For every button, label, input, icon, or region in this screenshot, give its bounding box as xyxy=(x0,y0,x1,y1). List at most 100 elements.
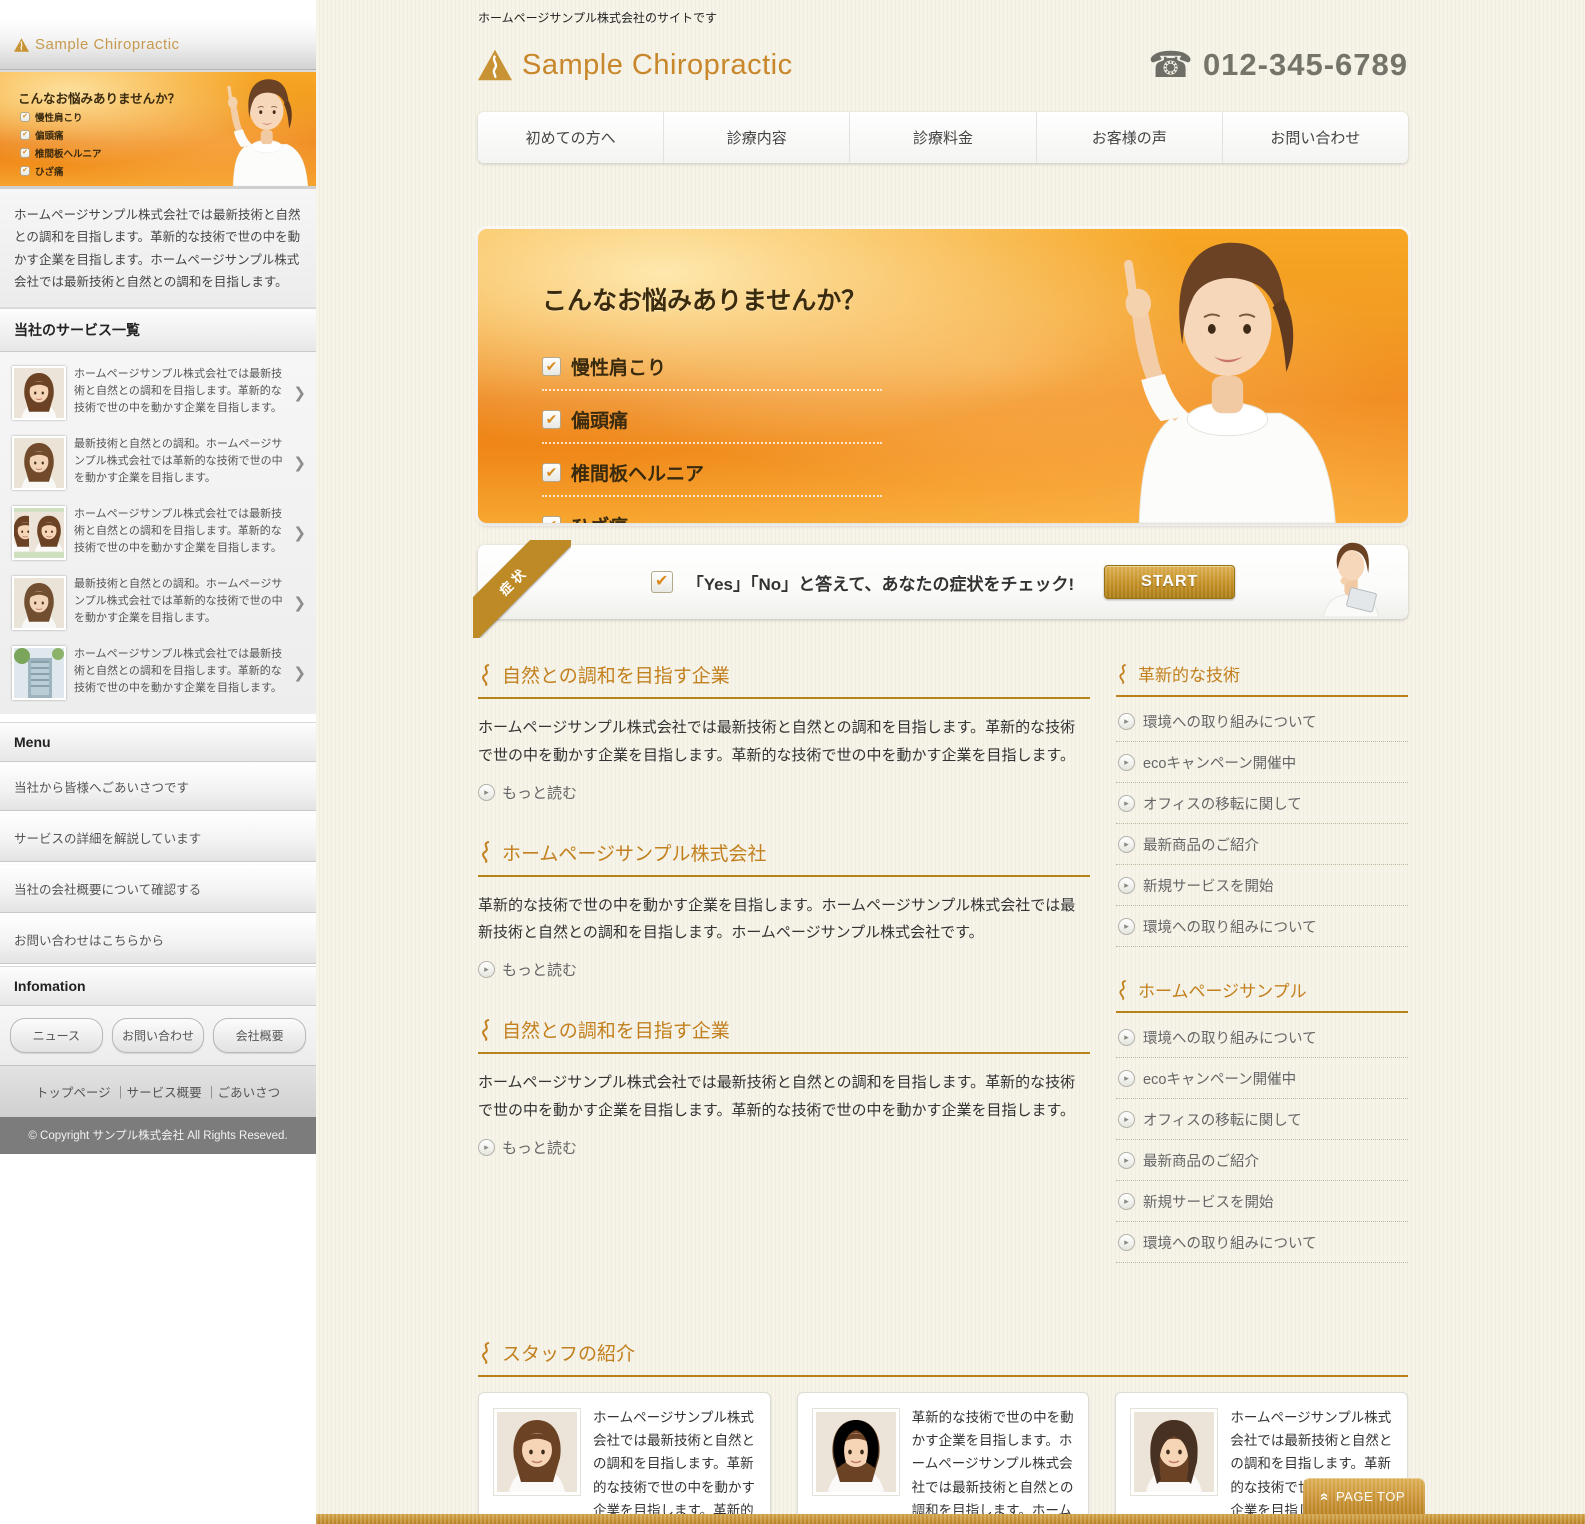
logo-triangle-icon xyxy=(14,38,29,52)
mini-footer-links[interactable]: トップページ ｜サービス概要 ｜ごあいさつ xyxy=(0,1065,316,1117)
mini-hero-banner: こんなお悩みありませんか？ ✔慢性肩こり ✔偏頭痛 ✔椎間板ヘルニア ✔ひざ痛 xyxy=(0,70,316,189)
symptom-check-text: 「Yes」「No」と答えて、あなたの症状をチェック! xyxy=(687,570,1074,595)
mini-intro-text: ホームページサンプル株式会社では最新技術と自然との調和を目指します。革新的な技術… xyxy=(0,189,316,308)
symptom-ribbon: 症状 xyxy=(473,540,571,638)
mini-hero-item: ✔ひざ痛 xyxy=(20,164,64,178)
mini-site-preview: Sample Chiropractic こんなお悩みありませんか？ ✔慢性肩こり… xyxy=(0,0,316,1154)
hero-symptom-item: ✔ひざ痛 xyxy=(542,504,882,523)
mini-logo[interactable]: Sample Chiropractic xyxy=(14,36,180,53)
content-section: 自然との調和を目指す企業 ホームページサンプル株式会社では最新技術と自然との調和… xyxy=(478,1016,1090,1158)
main-area: ホームページサンプル株式会社のサイトです Sample Chiropractic… xyxy=(316,0,1585,1524)
checkbox-icon: ✔ xyxy=(651,571,673,593)
widget-link[interactable]: ▸環境への取り組みについて xyxy=(1116,1222,1408,1263)
mini-hero-title: こんなお悩みありませんか？ xyxy=(18,88,180,107)
widget-link[interactable]: ▸新規サービスを開始 xyxy=(1116,1181,1408,1222)
widget-link[interactable]: ▸最新商品のご紹介 xyxy=(1116,1140,1408,1181)
circle-arrow-icon: ▸ xyxy=(1118,1234,1135,1251)
company-button[interactable]: 会社概要 xyxy=(213,1018,306,1053)
service-list-item[interactable]: 最新技術と自然との調和。ホームページサンプル株式会社では革新的な技術で世の中を動… xyxy=(0,568,316,638)
section-body: ホームページサンプル株式会社では最新技術と自然との調和を目指します。革新的な技術… xyxy=(478,714,1090,770)
circle-arrow-icon: ▸ xyxy=(1118,836,1135,853)
nurse-pointing-illustration xyxy=(192,74,316,186)
phone-icon: ☎ xyxy=(1148,47,1193,83)
staff-title: スタッフの紹介 xyxy=(502,1339,635,1366)
main-nav: 初めての方へ 診療内容 診療料金 お客様の声 お問い合わせ xyxy=(478,112,1408,163)
checkbox-icon: ✔ xyxy=(20,130,30,140)
widget-link[interactable]: ▸オフィスの移転に関して xyxy=(1116,783,1408,824)
widget-link[interactable]: ▸環境への取り組みについて xyxy=(1116,1017,1408,1058)
contact-button[interactable]: お問い合わせ xyxy=(112,1018,205,1053)
nav-treatment[interactable]: 診療内容 xyxy=(663,112,849,163)
section-swirl-icon xyxy=(1116,980,1130,1000)
mini-header: Sample Chiropractic xyxy=(0,20,316,70)
staff-card: 革新的な技術で世の中を動かす企業を目指します。ホームページサンプル株式会社では最… xyxy=(797,1392,1090,1524)
read-more-link[interactable]: ▸もっと読む xyxy=(478,782,1090,803)
service-list-item[interactable]: ホームページサンプル株式会社では最新技術と自然との調和を目指します。革新的な技術… xyxy=(0,498,316,568)
section-swirl-icon xyxy=(478,1342,494,1364)
site-header: Sample Chiropractic ☎ 012-345-6789 xyxy=(478,39,1408,91)
widget-title: ホームページサンプル xyxy=(1138,977,1307,1002)
phone-block: ☎ 012-345-6789 xyxy=(1148,47,1408,83)
menu-item-service-detail[interactable]: サービスの詳細を解説しています xyxy=(0,813,316,862)
read-more-link[interactable]: ▸もっと読む xyxy=(478,1137,1090,1158)
section-title: 自然との調和を目指す企業 xyxy=(502,1016,730,1043)
service-list-item[interactable]: ホームページサンプル株式会社では最新技術と自然との調和を目指します。革新的な技術… xyxy=(0,358,316,428)
widget-link[interactable]: ▸オフィスの移転に関して xyxy=(1116,1099,1408,1140)
circle-arrow-icon: ▸ xyxy=(1118,1152,1135,1169)
checkbox-icon: ✔ xyxy=(542,463,561,482)
circle-arrow-icon: ▸ xyxy=(1118,1193,1135,1210)
chevron-right-icon: ❯ xyxy=(293,384,306,402)
checkbox-icon: ✔ xyxy=(20,148,30,158)
widget-link[interactable]: ▸ecoキャンペーン開催中 xyxy=(1116,1058,1408,1099)
chevron-right-icon: ❯ xyxy=(293,594,306,612)
mini-logo-text: Sample Chiropractic xyxy=(35,36,180,53)
checkbox-icon: ✔ xyxy=(542,357,561,376)
widget-link[interactable]: ▸環境への取り組みについて xyxy=(1116,906,1408,947)
mini-services-title: 当社のサービス一覧 xyxy=(0,308,316,352)
staff-photo xyxy=(493,1408,581,1496)
section-body: 革新的な技術で世の中を動かす企業を目指します。ホームページサンプル株式会社では最… xyxy=(478,892,1090,948)
mini-menu: 当社から皆様へごあいさつです サービスの詳細を解説しています 当社の会社概要につ… xyxy=(0,762,316,964)
ribbon-corner: 症状 xyxy=(473,540,571,638)
circle-arrow-icon: ▸ xyxy=(1118,795,1135,812)
nav-contact[interactable]: お問い合わせ xyxy=(1222,112,1408,163)
circle-arrow-icon: ▸ xyxy=(478,1139,495,1156)
circle-arrow-icon: ▸ xyxy=(1118,754,1135,771)
widget-link[interactable]: ▸ecoキャンペーン開催中 xyxy=(1116,742,1408,783)
service-list-item[interactable]: ホームページサンプル株式会社では最新技術と自然との調和を目指します。革新的な技術… xyxy=(0,638,316,708)
service-thumbnail xyxy=(12,506,66,560)
start-button[interactable]: START xyxy=(1104,565,1235,599)
nurse-pointing-illustration xyxy=(1002,229,1402,523)
sidebar-column: 革新的な技術 ▸環境への取り組みについて ▸ecoキャンペーン開催中 ▸オフィス… xyxy=(1116,661,1408,1293)
widget-link[interactable]: ▸新規サービスを開始 xyxy=(1116,865,1408,906)
staff-section: スタッフの紹介 ホームページサンプル株式会社では最新技術と自然との調和を目指しま… xyxy=(478,1339,1408,1524)
widget-link[interactable]: ▸最新商品のご紹介 xyxy=(1116,824,1408,865)
menu-item-contact[interactable]: お問い合わせはこちらから xyxy=(0,915,316,964)
nav-first-visit[interactable]: 初めての方へ xyxy=(478,112,663,163)
site-logo[interactable]: Sample Chiropractic xyxy=(478,49,793,82)
page-top-button[interactable]: » PAGE TOP xyxy=(1303,1478,1425,1515)
checkbox-icon: ✔ xyxy=(542,410,561,429)
content-section: ホームページサンプル株式会社 革新的な技術で世の中を動かす企業を目指します。ホー… xyxy=(478,839,1090,981)
circle-arrow-icon: ▸ xyxy=(478,784,495,801)
service-list-item[interactable]: 最新技術と自然との調和。ホームページサンプル株式会社では革新的な技術で世の中を動… xyxy=(0,428,316,498)
bottom-accent-bar xyxy=(316,1514,1585,1524)
site-description: ホームページサンプル株式会社のサイトです xyxy=(478,0,1408,26)
menu-item-greeting[interactable]: 当社から皆様へごあいさつです xyxy=(0,762,316,811)
circle-arrow-icon: ▸ xyxy=(478,961,495,978)
hero-symptom-item: ✔偏頭痛 xyxy=(542,398,882,444)
section-swirl-icon xyxy=(478,841,494,863)
logo-triangle-icon xyxy=(478,49,512,81)
menu-item-company[interactable]: 当社の会社概要について確認する xyxy=(0,864,316,913)
widget-link[interactable]: ▸環境への取り組みについて xyxy=(1116,701,1408,742)
page: Sample Chiropractic こんなお悩みありませんか？ ✔慢性肩こり… xyxy=(0,0,1585,1524)
nav-voices[interactable]: お客様の声 xyxy=(1036,112,1222,163)
staff-card: ホームページサンプル株式会社では最新技術と自然との調和を目指します。革新的な技術… xyxy=(478,1392,771,1524)
section-title: ホームページサンプル株式会社 xyxy=(502,839,766,866)
chevron-right-icon: ❯ xyxy=(293,664,306,682)
mini-hero-item: ✔偏頭痛 xyxy=(20,128,64,142)
read-more-link[interactable]: ▸もっと読む xyxy=(478,959,1090,980)
nav-fees[interactable]: 診療料金 xyxy=(849,112,1035,163)
news-button[interactable]: ニュース xyxy=(10,1018,103,1053)
circle-arrow-icon: ▸ xyxy=(1118,918,1135,935)
